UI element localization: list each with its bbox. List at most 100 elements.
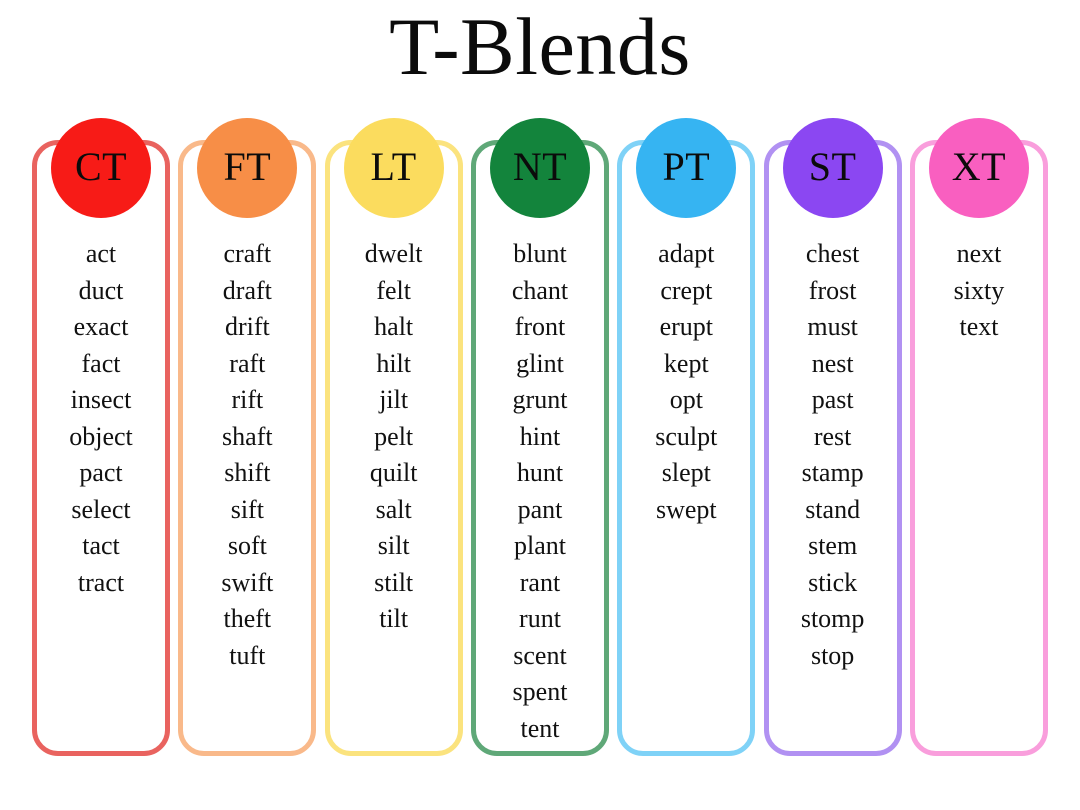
- word-item: raft: [229, 348, 266, 378]
- blend-column-xt: XT next sixty text: [909, 118, 1048, 756]
- word-item: plant: [513, 531, 566, 560]
- word-item: tract: [77, 567, 125, 597]
- word-item: stilt: [374, 567, 414, 597]
- blend-header-circle-lt: LT: [343, 118, 444, 218]
- word-item: swept: [655, 494, 717, 524]
- word-item: swift: [221, 567, 274, 597]
- word-item: slept: [661, 458, 711, 487]
- word-item: sixty: [953, 275, 1005, 305]
- blend-column-ct: CT act duct exact fact insect object pact select…: [32, 118, 170, 756]
- word-item: soft: [227, 531, 267, 560]
- blend-header-circle-nt: NT: [489, 118, 590, 218]
- word-list-st: chest frost must nest past rest stamp stand stem…: [764, 236, 902, 674]
- word-item: rift: [231, 385, 264, 414]
- blend-header-circle-ft: FT: [197, 118, 298, 218]
- word-list-ct: act duct exact fact insect object pact select ta…: [32, 236, 170, 601]
- word-item: halt: [374, 312, 414, 341]
- word-item: next: [956, 239, 1002, 268]
- word-item: felt: [376, 275, 411, 305]
- word-item: pant: [517, 494, 563, 524]
- word-item: tact: [82, 531, 120, 560]
- blend-header-label-ct: CT: [74, 144, 128, 189]
- blend-card-xt: [909, 140, 1048, 756]
- word-item: stick: [808, 567, 858, 597]
- word-item: salt: [375, 494, 412, 524]
- word-item: stomp: [800, 604, 865, 633]
- word-item: pelt: [374, 421, 414, 451]
- word-list-lt: dwelt felt halt hilt jilt pelt quilt salt silt st…: [325, 236, 463, 638]
- blend-header-circle-xt: XT: [928, 118, 1029, 218]
- word-item: chest: [805, 239, 860, 268]
- word-item: stand: [805, 494, 861, 524]
- word-item: craft: [223, 239, 272, 268]
- word-item: front: [514, 312, 566, 341]
- word-item: act: [85, 239, 117, 268]
- blend-column-pt: PT adapt crept erupt kept opt sculpt slept swept: [617, 118, 756, 756]
- word-item: stop: [810, 640, 855, 670]
- word-item: text: [959, 312, 999, 341]
- blend-header-label-pt: PT: [662, 144, 711, 189]
- blend-header-circle-ct: CT: [51, 118, 151, 218]
- word-item: frost: [808, 275, 857, 305]
- word-item: stem: [808, 531, 858, 560]
- word-item: rest: [813, 421, 852, 451]
- word-item: hilt: [376, 348, 411, 378]
- word-item: pact: [79, 458, 123, 487]
- blend-header-label-lt: LT: [370, 144, 417, 189]
- word-item: tent: [520, 713, 560, 743]
- t-blends-poster: T-Blends CT act duct exact fact insect object p…: [0, 0, 1080, 810]
- blend-header-circle-st: ST: [782, 118, 883, 218]
- word-item: grunt: [512, 385, 568, 414]
- word-item: theft: [223, 604, 272, 633]
- word-item: spent: [512, 677, 568, 706]
- word-list-xt: next sixty text: [910, 236, 1048, 346]
- word-item: insect: [70, 385, 132, 414]
- word-list-ft: craft draft drift raft rift shaft shift sift sof…: [178, 236, 316, 674]
- word-item: duct: [78, 275, 124, 305]
- word-item: stamp: [801, 458, 864, 487]
- word-item: opt: [669, 385, 703, 414]
- word-item: runt: [519, 604, 561, 633]
- word-item: sculpt: [655, 421, 718, 451]
- word-item: dwelt: [364, 239, 423, 268]
- blend-header-label-nt: NT: [512, 144, 568, 189]
- word-item: tilt: [379, 604, 409, 633]
- word-item: crept: [660, 275, 713, 305]
- word-item: jilt: [379, 385, 409, 414]
- word-item: rant: [519, 567, 561, 597]
- blend-columns-container: CT act duct exact fact insect object pact select…: [32, 118, 1048, 756]
- word-list-nt: blunt chant front glint grunt hint hunt pant pla…: [471, 236, 609, 747]
- word-item: adapt: [658, 239, 715, 268]
- word-item: select: [71, 494, 131, 524]
- word-item: exact: [73, 312, 129, 341]
- word-item: hunt: [516, 458, 564, 487]
- word-item: kept: [663, 348, 709, 378]
- blend-header-circle-pt: PT: [636, 118, 737, 218]
- blend-column-ft: FT craft draft drift raft rift shaft shift sift s…: [178, 118, 317, 756]
- blend-header-label-xt: XT: [951, 144, 1007, 189]
- word-item: draft: [222, 275, 272, 305]
- word-item: drift: [224, 312, 270, 341]
- word-item: glint: [516, 348, 564, 378]
- word-item: chant: [511, 275, 569, 305]
- word-item: sift: [230, 494, 264, 524]
- word-item: nest: [811, 348, 854, 378]
- word-item: shaft: [222, 421, 273, 451]
- blend-column-nt: NT blunt chant front glint grunt hint hunt pant p…: [470, 118, 609, 756]
- word-item: shift: [224, 458, 271, 487]
- word-item: must: [807, 312, 858, 341]
- word-item: silt: [377, 531, 410, 560]
- page-title: T-Blends: [389, 1, 691, 92]
- word-item: tuft: [229, 640, 266, 670]
- blend-column-lt: LT dwelt felt halt hilt jilt pelt quilt salt silt…: [324, 118, 463, 756]
- blend-header-label-st: ST: [808, 144, 857, 189]
- word-item: blunt: [513, 239, 567, 268]
- word-item: scent: [513, 640, 567, 670]
- word-item: hint: [519, 421, 561, 451]
- word-item: erupt: [659, 312, 714, 341]
- word-item: object: [69, 421, 133, 451]
- word-item: fact: [81, 348, 121, 378]
- blend-column-st: ST chest frost must nest past rest stamp stand st…: [763, 118, 902, 756]
- word-item: quilt: [369, 458, 418, 487]
- word-item: past: [811, 385, 854, 414]
